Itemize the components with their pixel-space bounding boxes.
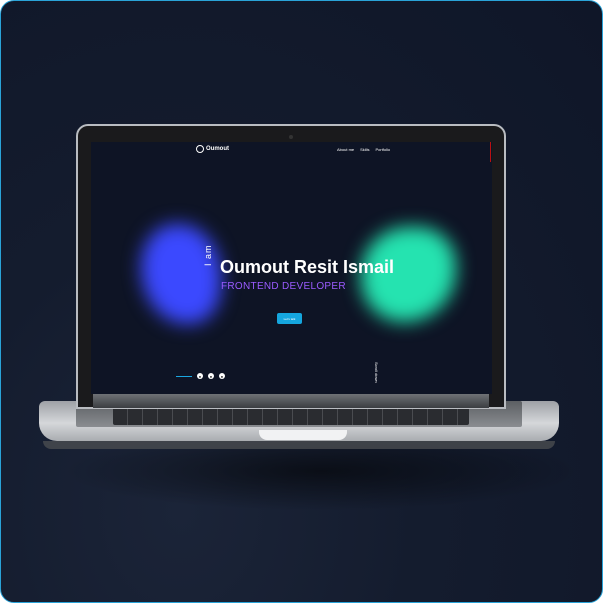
blue-blob: [141, 224, 221, 324]
camera-icon: [289, 135, 293, 139]
social-links: ● ● ●: [176, 373, 225, 379]
linkedin-icon[interactable]: ●: [208, 373, 214, 379]
cta-button[interactable]: Let's talk: [277, 313, 302, 324]
laptop-screen: Oumout About me Skills Portfolio I am Ou…: [91, 142, 492, 394]
laptop-notch: [259, 430, 347, 440]
hero-intro: I am: [203, 244, 213, 266]
hero-name: Oumout Resit Ismail: [220, 257, 395, 277]
codepen-icon[interactable]: ●: [219, 373, 225, 379]
scrollbar[interactable]: [490, 142, 491, 162]
site-nav: Oumout About me Skills Portfolio: [91, 142, 492, 158]
logo-text: Oumout: [206, 146, 229, 152]
nav-skills[interactable]: Skills: [360, 147, 369, 152]
scroll-down-label[interactable]: Scroll down: [374, 362, 379, 383]
nav-portfolio[interactable]: Portfolio: [375, 147, 390, 152]
logo-icon: [196, 145, 204, 153]
nav-links: About me Skills Portfolio: [337, 147, 390, 152]
site-logo[interactable]: Oumout: [196, 145, 229, 153]
image-frame: Oumout About me Skills Portfolio I am Ou…: [0, 0, 603, 603]
social-divider: [176, 375, 192, 377]
hero-role: FRONTEND DEVELOPER: [221, 281, 346, 292]
laptop-hinge: [93, 394, 489, 408]
laptop-foot: [43, 441, 555, 449]
github-icon[interactable]: ●: [197, 373, 203, 379]
nav-about[interactable]: About me: [337, 147, 354, 152]
